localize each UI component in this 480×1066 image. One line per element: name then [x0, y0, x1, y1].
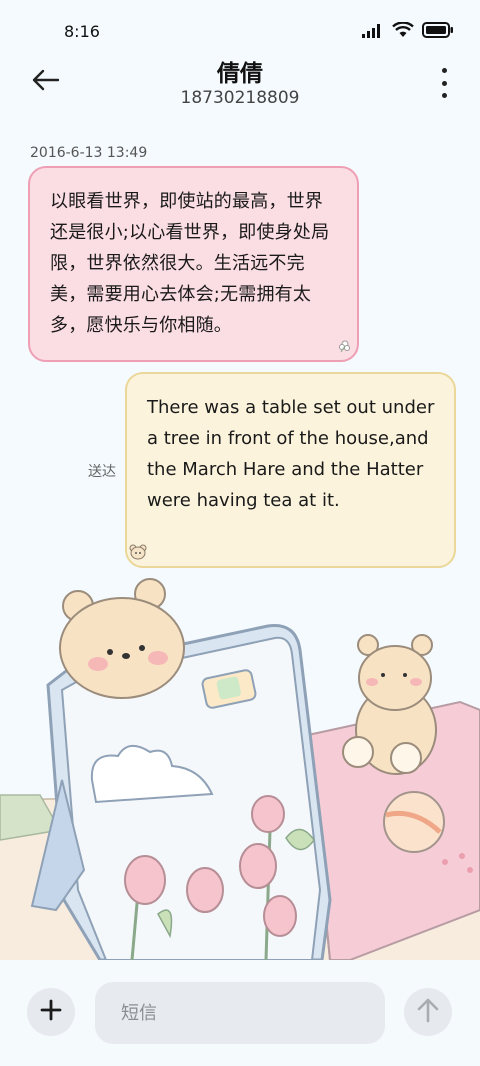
signal-icon — [362, 23, 384, 42]
sms-input[interactable] — [95, 982, 385, 1044]
composer-bar — [0, 960, 480, 1066]
add-attachment-button[interactable] — [27, 988, 75, 1036]
wallpaper-illustration — [0, 570, 480, 962]
send-button[interactable] — [404, 988, 452, 1036]
plus-icon — [40, 999, 62, 1025]
conversation-header: 倩倩 18730218809 — [0, 54, 480, 114]
status-icons — [362, 21, 454, 42]
status-bar: 8:16 — [0, 0, 480, 62]
incoming-message-text: 以眼看世界，即使站的最高，世界还是很小;以心看世界，即使身处局限，世界依然很大。… — [50, 191, 330, 336]
battery-icon — [422, 22, 454, 42]
outgoing-message-text: There was a table set out under a tree i… — [147, 397, 435, 511]
more-options-button[interactable] — [436, 68, 452, 98]
flower-sticker-icon — [337, 338, 353, 358]
delivery-status: 送达 — [88, 464, 116, 480]
contact-name: 倩倩 — [217, 61, 263, 87]
incoming-message-bubble[interactable]: 以眼看世界，即使站的最高，世界还是很小;以心看世界，即使身处局限，世界依然很大。… — [28, 166, 359, 362]
contact-number: 18730218809 — [180, 88, 300, 108]
message-timestamp: 2016-6-13 13:49 — [30, 145, 148, 161]
outgoing-message-bubble[interactable]: There was a table set out under a tree i… — [125, 372, 456, 568]
wifi-icon — [392, 21, 414, 42]
more-vertical-icon — [441, 68, 447, 73]
arrow-up-icon — [417, 997, 439, 1027]
status-time: 8:16 — [64, 22, 100, 41]
bear-sticker-icon — [129, 544, 147, 564]
